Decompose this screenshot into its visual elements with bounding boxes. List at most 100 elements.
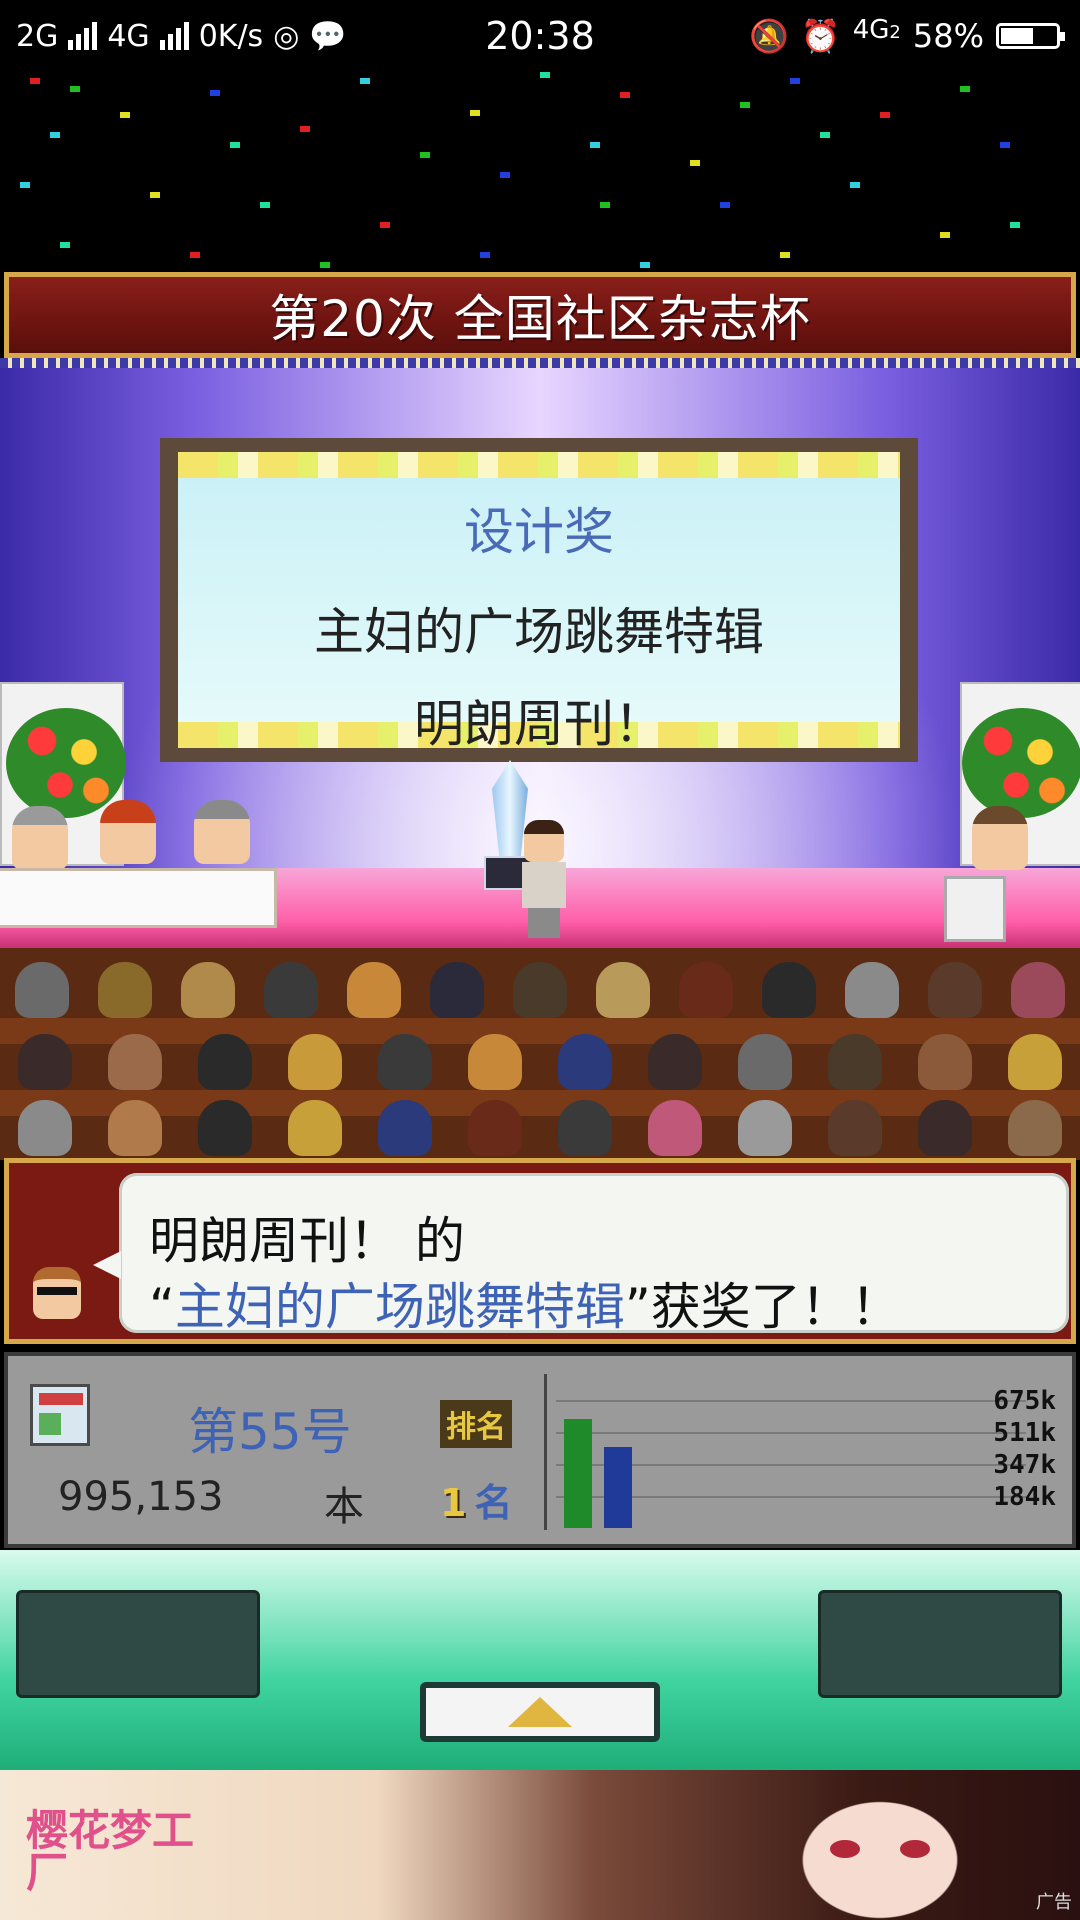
confetti-piece [620,92,630,98]
chart-tick-label: 184k [993,1482,1056,1512]
confetti-piece [590,142,600,148]
judge-character [194,800,250,864]
confetti-piece [960,86,970,92]
board-decoration-top [178,452,900,478]
copies-unit: 本 [324,1484,364,1530]
network-right-label: 4G2 [852,15,901,45]
confetti-piece [210,90,220,96]
confetti-piece [740,102,750,108]
rank-number: 1 [440,1481,467,1525]
confetti-piece [120,112,130,118]
confetti-piece [600,202,610,208]
status-right: 🔕 ⏰ 4G2 58% [749,14,1065,58]
sales-info-panel: 第55号 995,153 本 排名 1名 675k 511k 347k 184k [4,1352,1076,1548]
winner-character [520,820,566,940]
award-board-screen: 设计奖 主妇的广场跳舞特辑 明朗周刊！ [178,452,900,753]
dialog-line-2: “主妇的广场跳舞特辑”获奖了！！ [149,1267,901,1339]
presenter-character [972,806,1028,870]
audience-row [0,1034,1080,1090]
sales-bar [604,1447,632,1528]
battery-icon [996,23,1065,49]
award-article: 主妇的广场跳舞特辑 [314,603,764,661]
chart-gridline [556,1432,1026,1434]
copies-sold: 995,153 [58,1474,224,1520]
open-quote: “ [149,1278,175,1336]
judge-table [0,868,277,928]
podium [944,876,1006,942]
confetti-piece [640,262,650,268]
speaker-portrait [29,1263,85,1323]
confetti-piece [60,242,70,248]
speech-bubble: 明朗周刊！ 的 “主妇的广场跳舞特辑”获奖了！！ [93,1173,1069,1336]
dialog-box[interactable]: 明朗周刊！ 的 “主妇的广场跳舞特辑”获奖了！！ [4,1158,1076,1344]
confetti-piece [150,192,160,198]
confetti-piece [720,202,730,208]
award-magazine: 明朗周刊！ [414,695,664,753]
audience-row [0,1100,1080,1156]
confetti-sky [0,72,1080,272]
chart-tick-label: 347k [993,1450,1056,1480]
confetti-piece [690,160,700,166]
ad-badge: 广告 [1036,1892,1072,1913]
chart-tick-label: 511k [993,1418,1056,1448]
dialog-highlight: 主妇的广场跳舞特辑 [174,1278,625,1336]
magazine-cover-icon [30,1384,90,1446]
confetti-piece [320,262,330,268]
left-action-button[interactable] [16,1590,260,1698]
event-title-banner: 第20次 全国社区杂志杯 [4,272,1076,358]
judge-character [100,800,156,864]
confetti-piece [790,78,800,84]
confetti-piece [850,182,860,188]
issue-number: 第55号 [188,1403,352,1461]
confetti-piece [470,110,480,116]
confetti-piece [360,78,370,84]
judge-character [12,806,68,870]
ad-character-image [760,1770,1000,1920]
chart-separator [544,1374,547,1530]
confetti-piece [480,252,490,258]
award-name: 设计奖 [464,503,614,561]
audience [0,948,1080,1160]
chart-gridline [556,1400,1026,1402]
confetti-piece [190,252,200,258]
up-triangle-icon [508,1697,572,1727]
control-area [0,1550,1080,1770]
expand-menu-button[interactable] [420,1682,660,1742]
confetti-piece [1000,142,1010,148]
event-title: 第20次 全国社区杂志杯 [269,290,811,348]
confetti-piece [230,142,240,148]
alarm-icon: ⏰ [800,17,841,55]
confetti-piece [380,222,390,228]
ad-banner[interactable]: 樱花梦工厂 广告 [0,1770,1080,1920]
game-screen: 2G 4G 0K/s ◎ 💬 20:38 🔕 ⏰ 4G2 58% 第20次 全国… [0,0,1080,1920]
audience-row [0,962,1080,1018]
confetti-piece [540,72,550,78]
confetti-piece [1010,222,1020,228]
dialog-line-1: 明朗周刊！ 的 [149,1212,465,1270]
confetti-piece [780,252,790,258]
sales-chart: 675k 511k 347k 184k [556,1374,1056,1534]
status-bar: 2G 4G 0K/s ◎ 💬 20:38 🔕 ⏰ 4G2 58% [0,0,1080,72]
confetti-piece [940,232,950,238]
confetti-piece [500,172,510,178]
banner-fringe [0,358,1080,368]
confetti-piece [70,86,80,92]
close-quote: ”获奖了！！ [624,1278,901,1336]
mute-bell-icon: 🔕 [749,17,789,55]
confetti-piece [260,202,270,208]
confetti-piece [20,182,30,188]
right-action-button[interactable] [818,1590,1062,1698]
ad-logo: 樱花梦工厂 [26,1806,195,1897]
confetti-piece [880,112,890,118]
rank-unit: 名 [474,1481,513,1525]
award-board: 设计奖 主妇的广场跳舞特辑 明朗周刊！ [160,438,918,762]
sales-bar [564,1419,592,1528]
confetti-piece [30,78,40,84]
confetti-piece [50,132,60,138]
rank-label: 排名 [440,1400,512,1448]
confetti-piece [300,126,310,132]
rank-value: 1名 [440,1472,512,1527]
confetti-piece [420,152,430,158]
battery-percent: 58% [912,17,984,55]
chart-tick-label: 675k [993,1386,1056,1416]
